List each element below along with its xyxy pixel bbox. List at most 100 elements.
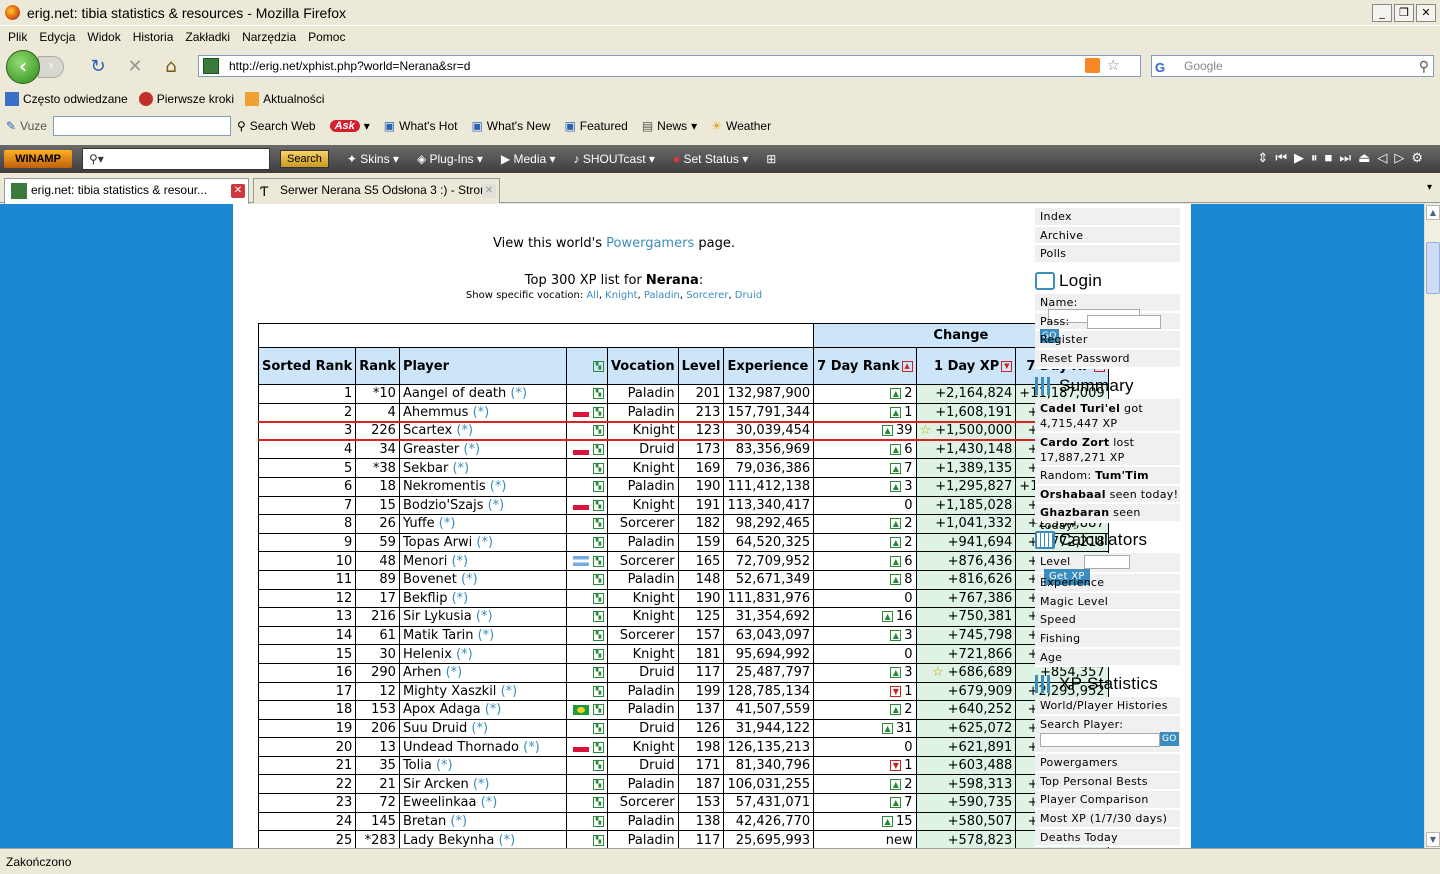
featured-button[interactable]: ▣ Featured [564, 119, 627, 133]
news-button[interactable]: ▤ News ▾ [642, 119, 697, 133]
player-details-link[interactable]: (*) [473, 405, 490, 420]
player-comparison-link[interactable]: Player Comparison [1035, 791, 1180, 811]
menu-widok[interactable]: Widok [87, 30, 120, 44]
sidebar-archive-link[interactable]: Archive [1035, 226, 1180, 246]
reset-password-link[interactable]: Reset Password [1035, 350, 1180, 369]
ask-button[interactable]: Ask ▾ [329, 119, 370, 133]
search-box[interactable]: G Google ⚲ [1151, 55, 1434, 77]
player-link[interactable]: Matik Tarin [403, 628, 474, 643]
whats-hot-button[interactable]: ▣ What's Hot [384, 119, 458, 133]
plugins-menu[interactable]: ◈ Plug-Ins ▾ [417, 152, 483, 166]
player-link[interactable]: Menori [403, 554, 447, 569]
pass-input[interactable] [1087, 314, 1162, 329]
player-details-link[interactable]: (*) [485, 702, 502, 717]
vocation-all-link[interactable]: All [586, 290, 598, 301]
close-button[interactable]: ✕ [1416, 4, 1436, 22]
player-link[interactable]: Bretan [403, 814, 446, 829]
level-header[interactable]: Level [677, 347, 725, 385]
chart-icon[interactable]: ▚ [592, 574, 604, 586]
add-icon[interactable]: ⊞ [766, 152, 776, 166]
maximize-button[interactable]: ❐ [1394, 4, 1414, 22]
player-link[interactable]: Undead Thornado [403, 740, 519, 755]
register-link[interactable]: Register [1035, 331, 1180, 351]
player-controls[interactable]: ⇕⏮▶⏸■⏭⏏◁▷⚙ [1257, 150, 1430, 166]
summary-player[interactable]: Tum'Tim [1095, 469, 1149, 482]
player-link[interactable]: Lady Bekynha [403, 833, 494, 848]
player-link[interactable]: Ahemmus [403, 405, 468, 420]
menu-historia[interactable]: Historia [133, 30, 174, 44]
summary-creature[interactable]: Ghazbaran [1040, 506, 1109, 519]
chart-icon[interactable]: ▚ [592, 592, 604, 604]
menu-plik[interactable]: Plik [8, 30, 27, 44]
player-link[interactable]: Yuffe [403, 516, 435, 531]
shoutcast-menu[interactable]: ♪ SHOUTcast ▾ [574, 152, 655, 166]
close-tab-icon[interactable]: ✕ [231, 184, 245, 198]
chart-icon[interactable]: ▚ [592, 611, 604, 623]
sort-desc-icon[interactable]: ▼ [1001, 360, 1013, 372]
vuze-search-input[interactable] [52, 116, 231, 136]
menu-zakladki[interactable]: Zakładki [185, 30, 230, 44]
player-link[interactable]: Sir Arcken [403, 777, 469, 792]
scrollbar-thumb[interactable] [1426, 242, 1440, 294]
chart-icon[interactable]: ▚ [592, 685, 604, 697]
winamp-logo[interactable]: WINAMP [4, 150, 72, 168]
bookmark-pierwsze[interactable]: Pierwsze kroki [138, 92, 234, 106]
top-personal-bests-link[interactable]: Top Personal Bests [1035, 772, 1180, 792]
powergamers-link[interactable]: Powergamers [606, 236, 694, 251]
chart-icon[interactable]: ▚ [592, 704, 604, 716]
chart-icon[interactable]: ▚ [592, 406, 604, 418]
chart-icon[interactable]: ▚ [592, 518, 604, 530]
player-details-link[interactable]: (*) [473, 777, 490, 792]
player-header[interactable]: Player [398, 347, 567, 385]
deaths-today-link[interactable]: Deaths Today [1035, 828, 1180, 848]
whats-new-button[interactable]: ▣ What's New [471, 119, 550, 133]
chart-icon[interactable]: ▚ [592, 834, 604, 846]
chart-icon[interactable]: ▚ [592, 481, 604, 493]
vocation-knight-link[interactable]: Knight [605, 290, 637, 301]
chart-icon[interactable]: ▚ [592, 815, 604, 827]
search-player-input[interactable] [1040, 733, 1160, 747]
chart-icon[interactable]: ▚ [592, 462, 604, 474]
minimize-button[interactable]: _ [1372, 4, 1392, 22]
player-details-link[interactable]: (*) [446, 665, 463, 680]
weather-button[interactable]: ☀ Weather [711, 119, 771, 133]
player-details-link[interactable]: (*) [481, 795, 498, 810]
chart-icon[interactable]: ▚ [592, 537, 604, 549]
player-details-link[interactable]: (*) [476, 609, 493, 624]
chart-icon[interactable]: ▚ [592, 797, 604, 809]
chart-icon[interactable]: ▚ [592, 722, 604, 734]
chart-icon[interactable]: ▚ [592, 778, 604, 790]
tab-erig[interactable]: erig.net: tibia statistics & resour... ✕ [4, 178, 249, 204]
player-link[interactable]: Scartex [403, 423, 452, 438]
player-link[interactable]: Greaster [403, 442, 459, 457]
chart-icon[interactable]: ▚ [592, 760, 604, 772]
player-link[interactable]: Bodzio'Szajs [403, 498, 484, 513]
player-link[interactable]: Apox Adaga [403, 702, 481, 717]
player-details-link[interactable]: (*) [456, 647, 473, 662]
back-button[interactable]: ‹ [6, 50, 40, 84]
player-link[interactable]: Mighty Xaszkil [403, 684, 496, 699]
player-details-link[interactable]: (*) [488, 498, 505, 513]
player-details-link[interactable]: (*) [471, 721, 488, 736]
calc-fishing-link[interactable]: Fishing [1035, 629, 1180, 649]
player-details-link[interactable]: (*) [490, 479, 507, 494]
menu-edycja[interactable]: Edycja [39, 30, 75, 44]
google-icon[interactable]: G [1155, 58, 1165, 78]
vocation-header[interactable]: Vocation [606, 347, 679, 385]
vocation-paladin-link[interactable]: Paladin [644, 290, 680, 301]
player-link[interactable]: Sir Lykusia [403, 609, 472, 624]
player-details-link[interactable]: (*) [436, 758, 453, 773]
player-details-link[interactable]: (*) [450, 814, 467, 829]
player-details-link[interactable]: (*) [463, 442, 480, 457]
stop-icon[interactable]: ✕ [125, 57, 145, 77]
chart-icon[interactable]: ▚ [592, 555, 604, 567]
player-link[interactable]: Sekbar [403, 461, 448, 476]
player-details-link[interactable]: (*) [451, 554, 468, 569]
player-link[interactable]: Nekromentis [403, 479, 486, 494]
scroll-down-icon[interactable]: ▼ [1426, 832, 1440, 847]
player-link[interactable]: Eweelinkaa [403, 795, 477, 810]
level-input[interactable] [1084, 554, 1131, 569]
menu-narzedzia[interactable]: Narzędzia [242, 30, 296, 44]
home-icon[interactable]: ⌂ [161, 57, 181, 77]
chart-icon[interactable]: ▚ [592, 741, 604, 753]
